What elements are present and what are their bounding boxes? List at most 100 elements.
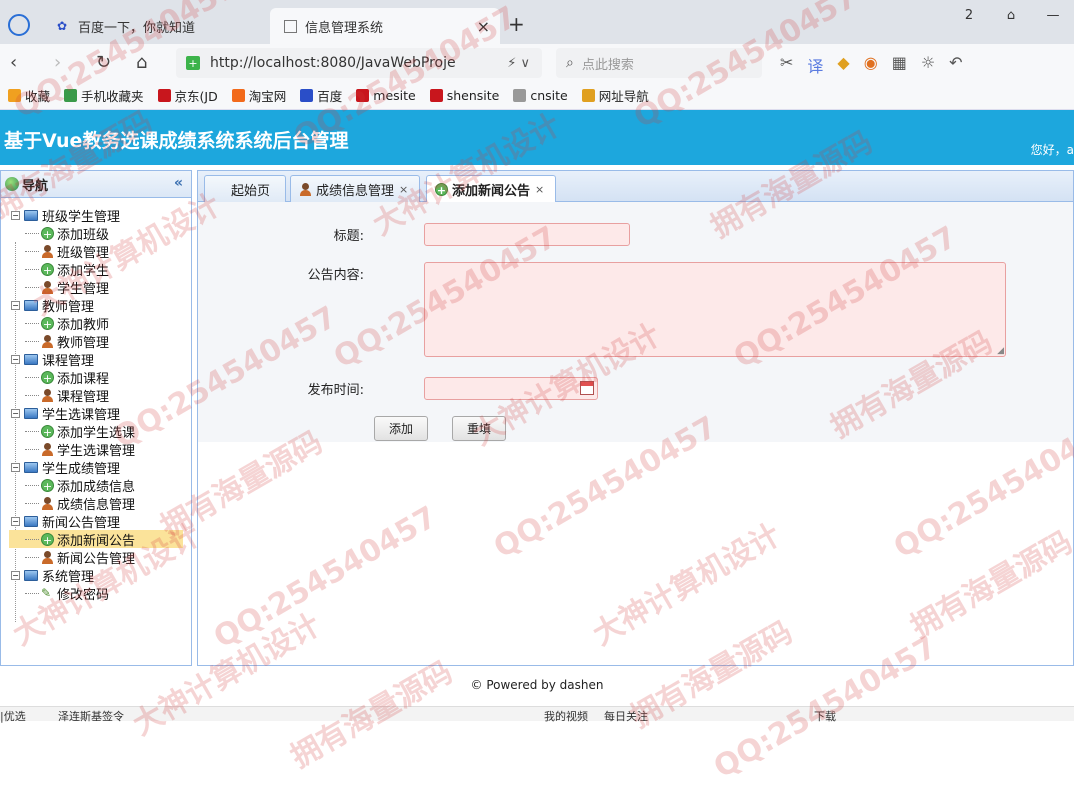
browser-status-bar: |优选 泽连斯基签令 我的视频 每日关注 下载 <box>0 706 1074 724</box>
nav-group[interactable]: − 班级学生管理 <box>11 206 120 225</box>
browser-nav-icon[interactable] <box>8 14 30 36</box>
nav-item[interactable]: 学生管理 <box>25 278 109 297</box>
baidu-paw-icon <box>300 89 314 102</box>
collapse-toggle-icon[interactable]: − <box>11 210 20 220</box>
game-icon[interactable]: ◉ <box>864 53 878 77</box>
tree-line <box>25 322 39 324</box>
close-icon[interactable]: × <box>535 183 544 196</box>
bookmark-label: 京东(JD <box>174 89 218 104</box>
nav-item[interactable]: 学生选课管理 <box>25 440 135 459</box>
content-textarea[interactable]: ◢ <box>424 262 1006 357</box>
bookmark-item[interactable]: 网址导航 <box>581 86 649 105</box>
resize-handle-icon[interactable]: ◢ <box>997 346 1004 356</box>
add-button[interactable]: 添加 <box>374 416 428 441</box>
nav-item-label: 添加班级 <box>57 227 110 243</box>
skin-icon[interactable]: ⌂ <box>990 8 1032 23</box>
browser-tab-active[interactable]: 信息管理系统 × <box>270 8 500 44</box>
tab-count-icon[interactable]: 2 <box>948 8 990 23</box>
collapse-toggle-icon[interactable]: − <box>11 570 20 580</box>
nav-item[interactable]: ✎ 修改密码 <box>25 584 109 603</box>
download-link[interactable]: 下载 <box>814 708 836 724</box>
nav-item[interactable]: 班级管理 <box>25 242 109 261</box>
computer-icon <box>24 515 38 527</box>
nav-group-label: 学生成绩管理 <box>42 461 121 477</box>
bookmark-item[interactable]: 百度 <box>300 86 342 105</box>
bookmark-item[interactable]: shensite <box>429 88 500 103</box>
bookmark-item[interactable]: 京东(JD <box>157 86 218 105</box>
minimize-button[interactable]: — <box>1032 8 1074 23</box>
status-news[interactable]: 泽连斯基签令 <box>58 708 124 724</box>
tree-line <box>25 250 39 252</box>
nav-group[interactable]: − 课程管理 <box>11 350 94 369</box>
url-input[interactable]: + http://localhost:8080/JavaWebProje ⚡ ∨ <box>176 48 542 78</box>
tree-line <box>25 232 39 234</box>
nav-item[interactable]: 成绩信息管理 <box>25 494 135 513</box>
collapse-toggle-icon[interactable]: − <box>11 462 20 472</box>
tab-home[interactable]: 起始页 <box>204 175 286 202</box>
brightness-icon[interactable]: ☼ <box>921 53 935 77</box>
nav-item[interactable]: + 添加成绩信息 <box>25 476 135 495</box>
nav-item[interactable]: + 添加班级 <box>25 224 110 243</box>
back-icon[interactable]: ‹ <box>10 52 17 73</box>
nav-item[interactable]: 新闻公告管理 <box>25 548 135 567</box>
shield-icon[interactable]: ◆ <box>837 53 849 77</box>
nav-group[interactable]: − 学生成绩管理 <box>11 458 121 477</box>
close-icon[interactable]: × <box>399 183 408 196</box>
new-tab-button[interactable]: + <box>508 12 525 36</box>
bookmark-label: shensite <box>446 88 500 103</box>
nav-item[interactable]: + 添加教师 <box>25 314 109 333</box>
my-videos-link[interactable]: 我的视频 <box>544 708 588 724</box>
cut-icon[interactable]: ✂ <box>780 53 793 77</box>
daily-follow-link[interactable]: 每日关注 <box>604 708 648 724</box>
dropdown-icon[interactable]: ⚡ ∨ <box>507 56 530 71</box>
browser-tab-baidu[interactable]: ✿ 百度一下，你就知道 <box>40 8 270 44</box>
nav-group[interactable]: − 系统管理 <box>11 566 95 585</box>
refresh-icon[interactable]: ↻ <box>96 52 111 73</box>
tab-label: 起始页 <box>231 183 271 199</box>
collapse-toggle-icon[interactable]: − <box>11 354 20 364</box>
date-input[interactable] <box>424 377 598 400</box>
bookmark-item[interactable]: mesite <box>356 88 416 103</box>
bookmark-item[interactable]: 收藏 <box>8 86 50 105</box>
grid-icon[interactable]: ▦ <box>892 53 907 77</box>
add-icon: + <box>41 316 54 331</box>
nav-group-label: 系统管理 <box>42 569 95 585</box>
translate-icon[interactable]: 译 <box>807 53 823 77</box>
close-icon[interactable]: × <box>477 17 490 36</box>
nav-item[interactable]: 课程管理 <box>25 386 109 405</box>
reset-button[interactable]: 重填 <box>452 416 506 441</box>
bookmark-item[interactable]: 淘宝网 <box>231 86 287 105</box>
bookmark-item[interactable]: cnsite <box>513 88 568 103</box>
computer-icon <box>24 407 38 419</box>
nav-item[interactable]: + 添加新闻公告 <box>9 530 183 549</box>
nav-group[interactable]: − 教师管理 <box>11 296 94 315</box>
nav-item[interactable]: + 添加学生 <box>25 260 109 279</box>
collapse-toggle-icon[interactable]: − <box>11 300 20 310</box>
address-bar-row: ‹ › ↻ ⌂ + http://localhost:8080/JavaWebP… <box>0 44 1074 82</box>
calendar-icon[interactable] <box>580 381 594 395</box>
nav-group[interactable]: − 学生选课管理 <box>11 404 120 423</box>
tab-add-news[interactable]: + 添加新闻公告 × <box>426 175 556 203</box>
bookmark-item[interactable]: 手机收藏夹 <box>64 86 144 105</box>
title-input[interactable] <box>424 223 630 246</box>
nav-item[interactable]: 教师管理 <box>25 332 109 351</box>
nav-item[interactable]: + 添加课程 <box>25 368 109 387</box>
home-icon[interactable]: ⌂ <box>136 52 147 73</box>
jd-icon <box>157 89 171 102</box>
undo-icon[interactable]: ↶ <box>949 53 962 77</box>
computer-icon <box>24 569 38 581</box>
tab-grade-management[interactable]: 成绩信息管理 × <box>290 175 420 202</box>
nav-item[interactable]: + 添加学生选课 <box>25 422 135 441</box>
bookmark-label: 淘宝网 <box>248 89 287 104</box>
tree-line <box>25 340 39 342</box>
tree-line <box>25 538 39 540</box>
nav-group[interactable]: − 新闻公告管理 <box>11 512 120 531</box>
collapse-icon[interactable]: « <box>174 175 183 191</box>
collapse-toggle-icon[interactable]: − <box>11 516 20 526</box>
search-input[interactable]: ⌕ 点此搜索 <box>556 48 762 78</box>
forward-icon[interactable]: › <box>54 52 61 73</box>
collapse-toggle-icon[interactable]: − <box>11 408 20 418</box>
tree-line <box>25 268 39 270</box>
bookmark-label: 手机收藏夹 <box>81 89 144 104</box>
user-icon <box>41 280 54 294</box>
